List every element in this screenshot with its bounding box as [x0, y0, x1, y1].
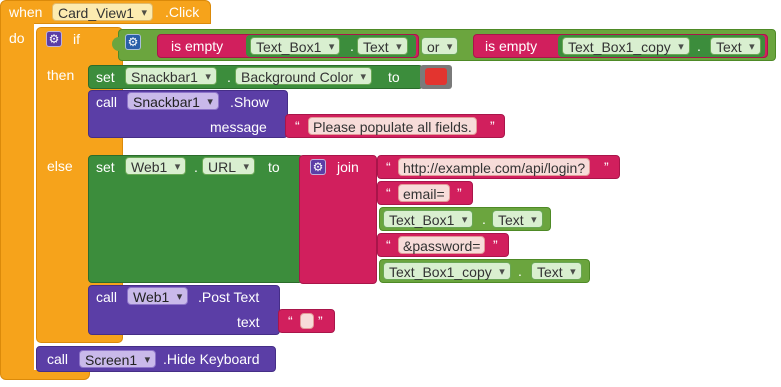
text-param-label: text: [237, 314, 260, 330]
quote-open-glyph: “: [386, 237, 391, 253]
method-name-label: .Hide Keyboard: [163, 351, 260, 367]
message-param-label: message: [210, 119, 267, 135]
event-block-body: [0, 22, 34, 374]
message-text-value[interactable]: Please populate all fields.: [308, 117, 477, 135]
dot-label: .: [350, 38, 354, 54]
to-label: to: [268, 159, 280, 175]
quote-close-glyph: ”: [490, 118, 495, 134]
dot-label: .: [194, 159, 198, 175]
quote-open-glyph: “: [288, 313, 293, 329]
else-label: else: [47, 158, 73, 174]
set-label: set: [96, 69, 115, 85]
getter-property-dropdown[interactable]: Text: [710, 37, 761, 56]
url-text-value[interactable]: http://example.com/api/login?: [398, 158, 591, 176]
dot-label: .: [697, 38, 701, 54]
gear-icon[interactable]: ⚙: [46, 31, 62, 47]
quote-close-glyph: ”: [493, 237, 498, 253]
is-empty-label: is empty: [485, 38, 538, 54]
quote-open-glyph: “: [386, 185, 391, 201]
setter-property-dropdown[interactable]: URL: [202, 157, 256, 176]
getter-component-dropdown[interactable]: Text_Box1: [250, 37, 341, 56]
method-name-label: .Show: [230, 94, 269, 110]
call-label: call: [96, 94, 118, 110]
method-name-label: .Post Text: [198, 289, 260, 305]
method-component-dropdown[interactable]: Snackbar1: [127, 92, 219, 111]
or-input-notch: [112, 37, 119, 51]
call-label: call: [96, 289, 118, 305]
method-component-dropdown[interactable]: Screen1: [79, 350, 157, 369]
getter-component-dropdown[interactable]: Text_Box1_copy: [383, 262, 511, 281]
quote-close-glyph: ”: [318, 313, 323, 329]
setter-component-dropdown[interactable]: Snackbar1: [125, 67, 217, 86]
getter-component-dropdown[interactable]: Text_Box1_copy: [562, 37, 690, 56]
quote-open-glyph: “: [386, 159, 391, 175]
call-label: call: [47, 351, 69, 367]
gear-icon[interactable]: ⚙: [125, 34, 141, 50]
getter-component-dropdown[interactable]: Text_Box1: [383, 210, 474, 229]
dot-label: .: [518, 263, 522, 279]
method-component-dropdown[interactable]: Web1: [127, 287, 189, 306]
dot-label: .: [227, 69, 231, 85]
email-text-value[interactable]: email=: [398, 184, 450, 202]
or-operator-dropdown[interactable]: or: [421, 37, 459, 56]
set-label: set: [96, 159, 115, 175]
dot-label: .: [482, 211, 486, 227]
then-label: then: [47, 67, 75, 83]
join-label: join: [337, 159, 359, 175]
event-name-label: .Click: [165, 4, 200, 20]
quote-close-glyph: ”: [604, 159, 609, 175]
color-swatch[interactable]: [425, 68, 447, 85]
setter-property-dropdown[interactable]: Background Color: [235, 67, 373, 86]
when-label: when: [9, 4, 43, 20]
is-empty-label: is empty: [171, 38, 224, 54]
event-component-dropdown[interactable]: Card_View1: [52, 3, 154, 22]
if-label: if: [73, 31, 80, 47]
to-label: to: [388, 69, 400, 85]
setter-component-dropdown[interactable]: Web1: [125, 157, 187, 176]
getter-property-dropdown[interactable]: Text: [357, 37, 408, 56]
quote-close-glyph: ”: [457, 185, 462, 201]
empty-text-value[interactable]: [300, 313, 314, 329]
getter-property-dropdown[interactable]: Text: [531, 262, 582, 281]
quote-open-glyph: “: [295, 118, 300, 134]
password-text-value[interactable]: &password=: [398, 236, 486, 254]
gear-icon[interactable]: ⚙: [310, 159, 326, 175]
getter-property-dropdown[interactable]: Text: [492, 210, 543, 229]
do-label: do: [9, 30, 25, 46]
